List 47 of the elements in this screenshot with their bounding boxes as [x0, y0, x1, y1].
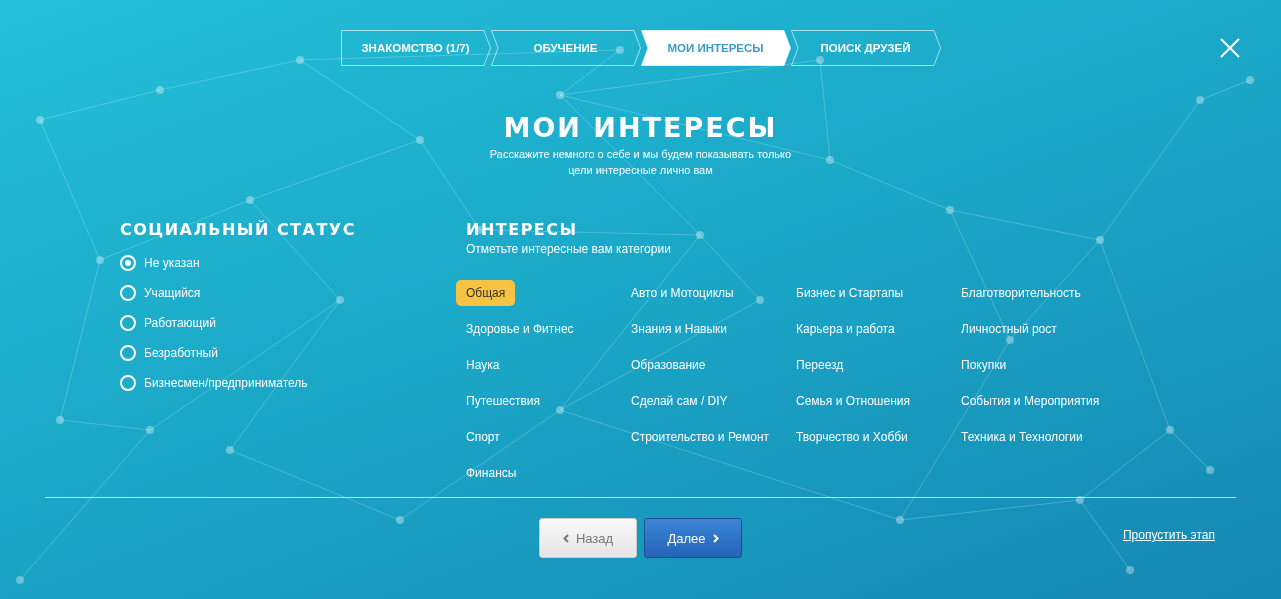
radio-label: Работающий [144, 316, 216, 330]
category-tag[interactable]: Общая [456, 280, 516, 306]
category-tag[interactable]: Авто и Мотоциклы [621, 280, 744, 306]
chevron-left-icon [562, 533, 569, 543]
category-tag[interactable]: Путешествия [456, 388, 551, 414]
radio-label: Не указан [144, 256, 200, 270]
chevron-right-icon [712, 533, 719, 543]
category-tag[interactable]: Техника и Технологии [951, 424, 1093, 450]
section-heading: ИНТЕРЕСЫ [466, 220, 579, 240]
category-tag[interactable]: Творчество и Хобби [786, 424, 918, 450]
category-tag[interactable]: Бизнес и Стартапы [786, 280, 914, 306]
category-tag[interactable]: Наука [456, 352, 510, 378]
category-tag[interactable]: События и Мероприятия [951, 388, 1110, 414]
page-title: МОИ ИНТЕРЕСЫ [502, 112, 779, 144]
step-tab[interactable]: ПОИСК ДРУЗЕЙ [790, 30, 941, 66]
category-tag[interactable]: Образование [621, 352, 716, 378]
close-icon[interactable] [1220, 38, 1240, 58]
radio-button[interactable] [120, 285, 136, 301]
skip-link[interactable]: Пропустить этап [1123, 528, 1215, 542]
next-button[interactable]: Далее [644, 518, 742, 558]
category-tag[interactable]: Карьера и работа [786, 316, 905, 342]
radio-button[interactable] [120, 375, 136, 391]
radio-button[interactable] [120, 255, 136, 271]
category-tag[interactable]: Здоровье и Фитнес [456, 316, 584, 342]
section-heading: СОЦИАЛЬНЫЙ СТАТУС [120, 220, 357, 240]
subtitle-text: Расскажите немного о себе и мы будем показывать только [489, 147, 792, 162]
hint-text: Отметьте интересные вам категории [466, 242, 672, 256]
step-tab[interactable]: ЗНАКОМСТВО (1/7) [340, 30, 491, 66]
back-button[interactable]: Назад [539, 518, 637, 558]
radio-label: Безработный [144, 346, 218, 360]
category-tag[interactable]: Личностный рост [951, 316, 1067, 342]
step-tab[interactable]: МОИ ИНТЕРЕСЫ [640, 30, 791, 66]
category-tag[interactable]: Переезд [786, 352, 854, 378]
category-tag[interactable]: Знания и Навыки [621, 316, 738, 342]
category-tag[interactable]: Покупки [951, 352, 1017, 378]
category-tag[interactable]: Благотворительность [951, 280, 1091, 306]
step-tab[interactable]: ОБУЧЕНИЕ [490, 30, 641, 66]
radio-label: Бизнесмен/предприниматель [144, 376, 308, 390]
category-tag[interactable]: Семья и Отношения [786, 388, 920, 414]
category-tag[interactable]: Строительство и Ремонт [621, 424, 780, 450]
subtitle-text: цели интересные лично вам [568, 163, 713, 178]
category-tag[interactable]: Спорт [456, 424, 510, 450]
category-tag[interactable]: Финансы [456, 460, 527, 486]
radio-label: Учащийся [144, 286, 201, 300]
radio-button[interactable] [120, 345, 136, 361]
category-tag[interactable]: Сделай сам / DIY [621, 388, 738, 414]
radio-button[interactable] [120, 315, 136, 331]
